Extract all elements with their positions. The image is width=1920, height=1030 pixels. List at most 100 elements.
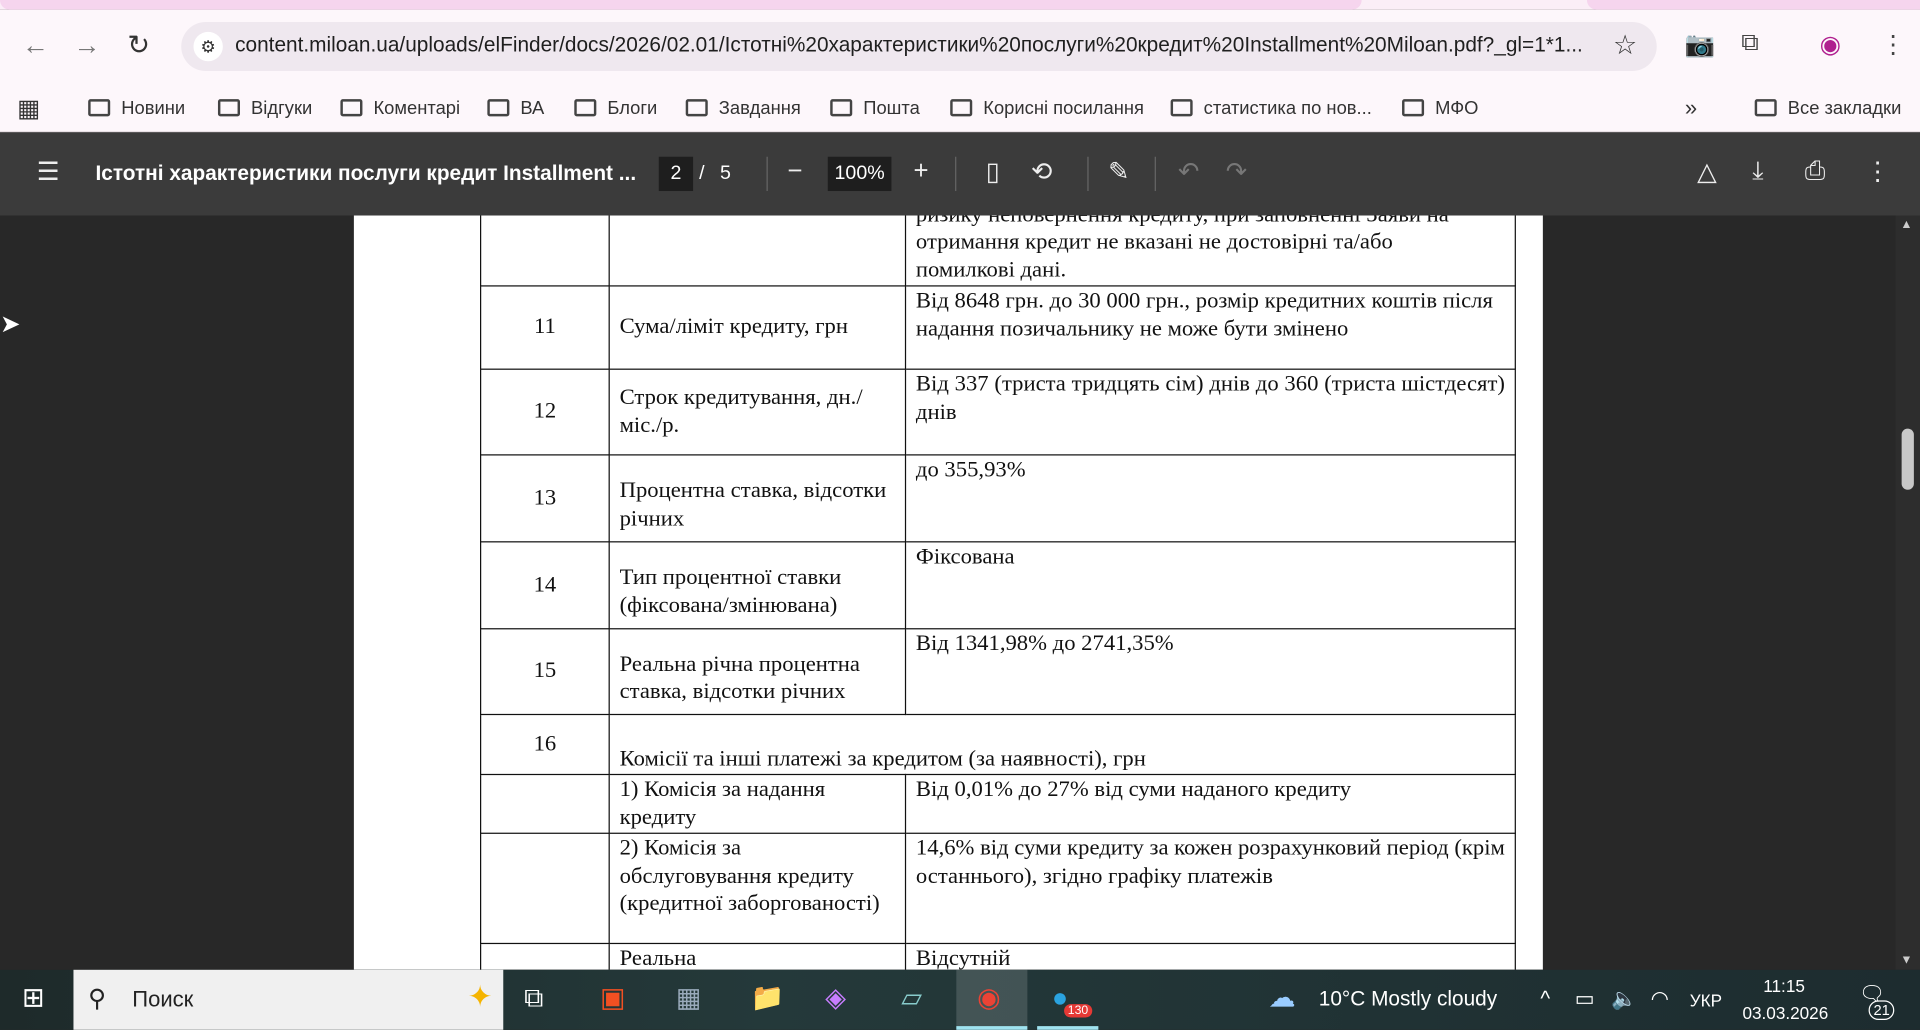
zoom-in-icon[interactable]: +	[913, 157, 928, 186]
redo-icon[interactable]: ↷	[1226, 157, 1248, 188]
chrome-taskbar-button[interactable]: ◉	[956, 969, 1028, 1030]
zoom-out-icon[interactable]: −	[787, 157, 802, 186]
row-label: Реальна	[608, 942, 907, 970]
download-icon[interactable]: ⤓	[1752, 157, 1763, 186]
divider	[1087, 156, 1089, 192]
hamburger-menu-icon[interactable]: ☰	[37, 157, 60, 188]
bookmark-item[interactable]: ВА	[487, 86, 544, 130]
row-label: Процентна ставка, відсотки річних	[608, 454, 907, 543]
clock-date[interactable]: 03.03.2026	[1742, 1003, 1828, 1023]
bookmark-item[interactable]: Відгуки	[217, 86, 312, 130]
divider	[1154, 156, 1156, 192]
table-row: 14 Тип процентної ставки (фіксована/зміню…	[480, 541, 1516, 630]
pdf-page: ризику неповернення кредиту, при заповне…	[353, 215, 1543, 970]
row-value: Від 8648 грн. до 30 000 грн., розмір кре…	[904, 285, 1516, 370]
undo-icon[interactable]: ↶	[1178, 157, 1200, 188]
page-number-input[interactable]: 2	[658, 156, 694, 192]
zoom-input[interactable]: 100%	[827, 156, 892, 192]
camera-icon[interactable]: 📷	[1685, 29, 1715, 60]
bookmark-star-icon[interactable]: ☆	[1613, 29, 1637, 61]
cell-text: помилкові дані.	[915, 257, 1067, 283]
table-row: 11 Сума/ліміт кредиту, грн Від 8648 грн. д…	[480, 285, 1516, 370]
fit-page-icon[interactable]: ▯	[986, 157, 1000, 188]
wifi-icon[interactable]: ◠	[1651, 987, 1669, 1011]
scroll-up-icon[interactable]: ▲	[1900, 218, 1912, 231]
address-bar[interactable]: ⚙ content.miloan.ua/uploads/elFinder/doc…	[181, 22, 1657, 72]
forward-icon[interactable]: →	[73, 29, 100, 61]
drive-save-icon[interactable]: △	[1697, 157, 1717, 188]
more-options-icon[interactable]: ⋮	[1865, 157, 1891, 188]
row-label: Строк кредитування, дн./міс./р.	[608, 368, 907, 456]
menu-icon[interactable]: ⋮	[1881, 29, 1905, 60]
new-tab-area[interactable]	[1586, 0, 1920, 10]
folder-icon	[830, 99, 853, 117]
pdf-viewer[interactable]: ризику неповернення кредиту, при заповне…	[0, 215, 1920, 970]
tray-chevron-icon[interactable]: ^	[1540, 987, 1550, 1011]
more-bookmarks-icon[interactable]: »	[1685, 86, 1697, 130]
bookmark-item[interactable]: Пошта	[830, 86, 920, 130]
bookmark-label: Все закладки	[1787, 97, 1902, 119]
bookmark-label: Корисні посилання	[983, 97, 1144, 119]
row-value: Від 1341,98% до 2741,35%	[904, 628, 1516, 716]
taskbar: ⊞ ⚲ Поиск ✦ ⧉ ▣ ▦ 📁 ◈ ▱ ◉ ● 130 ☁ 10°C Mo…	[0, 969, 1920, 1030]
bookmark-item[interactable]: МФО	[1402, 86, 1478, 130]
profile-icon[interactable]: ◉	[1820, 29, 1841, 60]
reload-icon[interactable]: ↻	[127, 29, 150, 61]
bookmark-item[interactable]: Завдання	[685, 86, 801, 130]
divider	[766, 156, 768, 192]
calculator-icon[interactable]: ▦	[676, 982, 701, 1014]
pdf-toolbar: ☰ Істотні характеристики послуги кредит …	[0, 132, 1920, 216]
task-view-icon[interactable]: ⧉	[524, 982, 543, 1014]
clock-time[interactable]: 11:15	[1763, 976, 1805, 996]
file-explorer-icon[interactable]: 📁	[751, 982, 785, 1014]
row-number: 11	[480, 285, 610, 370]
bookmark-item[interactable]: Новини	[88, 86, 185, 130]
scroll-down-icon[interactable]: ▼	[1900, 954, 1912, 967]
extensions-icon[interactable]: ⧉	[1741, 29, 1758, 57]
row-label: 1) Комісія за надання кредиту	[608, 773, 907, 834]
apps-icon[interactable]: ▦	[17, 86, 40, 130]
url-text[interactable]: content.miloan.ua/uploads/elFinder/docs/…	[235, 33, 1583, 57]
scrollbar-thumb[interactable]	[1901, 428, 1914, 490]
scrollbar[interactable]: ▲ ▼	[1895, 215, 1920, 970]
notepad-icon[interactable]: ▱	[901, 982, 922, 1014]
print-icon[interactable]: ⎙	[1805, 157, 1826, 186]
battery-icon[interactable]: ▭	[1575, 987, 1595, 1011]
bookmark-label: Завдання	[718, 97, 801, 119]
windows-start-icon[interactable]: ⊞	[22, 982, 45, 1014]
divider	[955, 156, 957, 192]
weather-text[interactable]: 10°C Mostly cloudy	[1319, 987, 1497, 1011]
bookmark-label: Коментарі	[373, 97, 461, 119]
folder-icon	[340, 99, 363, 117]
row-value: Фіксована	[904, 541, 1516, 630]
tab-area[interactable]	[0, 0, 1362, 10]
taskbar-search[interactable]: ⚲ Поиск ✦	[73, 969, 504, 1030]
back-icon[interactable]: ←	[22, 29, 49, 61]
bookmark-item[interactable]: Блоги	[574, 86, 657, 130]
annotate-icon[interactable]: ✎	[1108, 157, 1130, 188]
folder-icon	[574, 99, 597, 117]
language-indicator[interactable]: УКР	[1690, 991, 1722, 1011]
bookmark-label: Блоги	[607, 97, 658, 119]
folder-icon	[1170, 99, 1193, 117]
bookmark-item[interactable]: Коментарі	[340, 86, 460, 130]
telegram-taskbar-button[interactable]: ● 130	[1037, 970, 1099, 1030]
page-separator: /	[699, 162, 705, 184]
bookmark-item[interactable]: Корисні посилання	[950, 86, 1144, 130]
copilot-icon[interactable]: ◈	[825, 982, 846, 1014]
notification-count: 21	[1868, 1000, 1895, 1021]
table-row: 17РеальнаВідсутній	[480, 942, 1516, 970]
row-number: 12	[480, 368, 610, 456]
document-title: Істотні характеристики послуги кредит In…	[95, 161, 637, 185]
bookmark-label: статистика по нов...	[1203, 97, 1372, 119]
rotate-icon[interactable]: ⟲	[1031, 157, 1053, 188]
ms-store-icon[interactable]: ▣	[600, 982, 625, 1014]
site-info-icon[interactable]: ⚙	[193, 31, 223, 62]
all-bookmarks[interactable]: Все закладки	[1754, 86, 1902, 130]
search-placeholder: Поиск	[132, 986, 194, 1012]
mouse-cursor-icon: ➤	[0, 311, 21, 338]
bookmark-item[interactable]: статистика по нов...	[1170, 86, 1372, 130]
row-label: Реальна річна процентна ставка, відсотки…	[608, 628, 907, 716]
weather-cloud-icon[interactable]: ☁	[1269, 982, 1296, 1014]
volume-icon[interactable]: 🔈	[1611, 987, 1637, 1011]
